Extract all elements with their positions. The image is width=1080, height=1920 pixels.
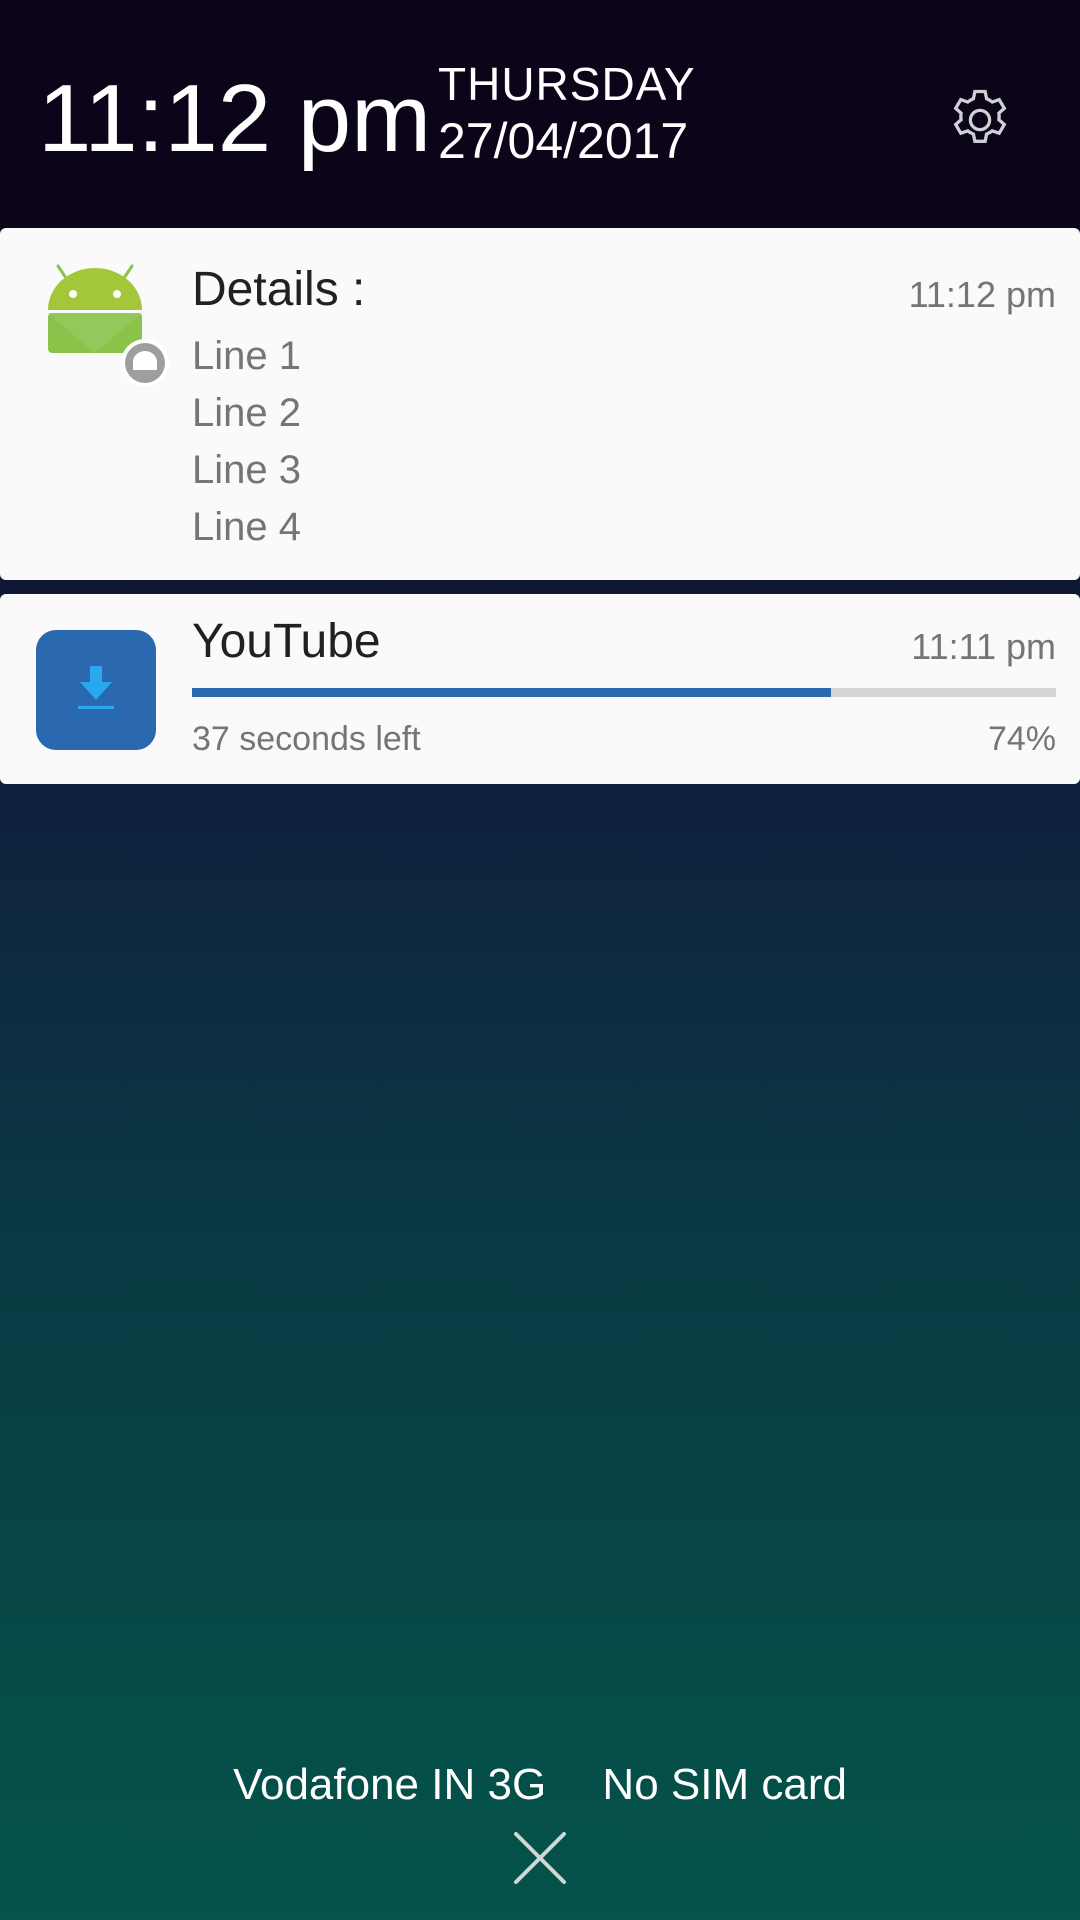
carrier-2: No SIM card <box>602 1760 847 1809</box>
detail-line: Line 1 <box>192 334 301 378</box>
detail-line: Line 2 <box>192 391 301 435</box>
carrier-info: Vodafone IN 3G No SIM card <box>0 1760 1080 1810</box>
notification-details[interactable]: Details : 11:12 pm Line 1 Line 2 Line 3 … <box>0 228 1080 580</box>
android-icon <box>40 258 170 388</box>
notification-youtube-download[interactable]: YouTube 11:11 pm 37 seconds left 74% <box>0 594 1080 784</box>
notification-title: YouTube <box>192 615 381 668</box>
progress-percent: 74% <box>987 720 1056 758</box>
download-progress-bar <box>192 688 1056 697</box>
time-remaining: 37 seconds left <box>192 720 421 758</box>
day-label: THURSDAY <box>438 58 696 110</box>
notification-title: Details : <box>192 263 366 316</box>
carrier-1: Vodafone IN 3G <box>233 1760 547 1809</box>
notification-time: 11:12 pm <box>908 274 1056 315</box>
detail-line: Line 4 <box>192 505 301 549</box>
detail-lines: Line 1 Line 2 Line 3 Line 4 <box>192 328 301 556</box>
download-progress-fill <box>192 688 832 697</box>
notification-time: 11:11 pm <box>911 626 1056 667</box>
detail-line: Line 3 <box>192 448 301 492</box>
date-block: THURSDAY 27/04/2017 <box>438 58 696 172</box>
notification-header: 11:12 pm THURSDAY 27/04/2017 <box>0 0 1080 228</box>
date-label: 27/04/2017 <box>438 113 689 169</box>
clear-notifications-button[interactable] <box>508 1826 572 1890</box>
close-icon <box>514 1832 566 1884</box>
download-icon <box>36 630 156 750</box>
gear-icon <box>953 89 1007 143</box>
clock: 11:12 pm <box>38 65 432 172</box>
settings-button[interactable] <box>940 80 1020 160</box>
